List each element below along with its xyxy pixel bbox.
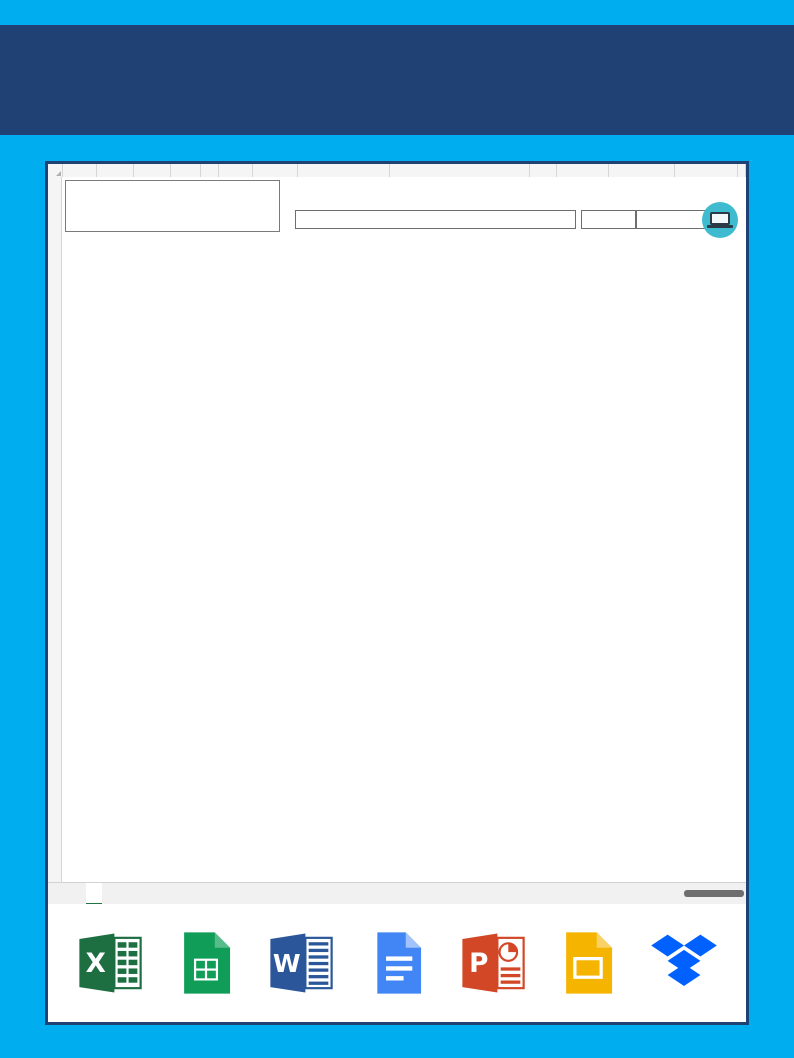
svg-text:X: X [86,949,106,979]
svg-text:W: W [273,949,301,978]
column-header-c[interactable] [134,164,171,177]
google-docs-icon[interactable] [362,928,432,998]
column-header-j[interactable] [530,164,557,177]
grid-body [62,177,746,882]
app-icon-row: X W P [48,904,746,1022]
row-header-column [48,177,62,882]
name-field[interactable] [295,210,576,229]
column-header-l[interactable] [609,164,675,177]
powerpoint-icon[interactable]: P [458,928,528,998]
column-header-n[interactable] [738,164,746,177]
column-header-d[interactable] [171,164,201,177]
column-header-i[interactable] [390,164,530,177]
horizontal-scrollbar[interactable] [684,890,744,897]
column-header-k[interactable] [557,164,609,177]
laptop-icon [702,202,738,238]
excel-icon[interactable]: X [75,928,145,998]
spreadsheet-card: X W P [45,161,749,1025]
column-header-a[interactable] [63,164,97,177]
sheet-tab-bar [48,882,746,905]
daily-sheet-title-box [65,180,280,232]
google-slides-icon[interactable] [553,928,623,998]
column-header-row [48,164,746,178]
sheet-tab-sheet1[interactable] [86,882,102,905]
date-label-cell [581,210,636,229]
word-icon[interactable]: W [266,928,336,998]
column-header-g[interactable] [253,164,298,177]
column-header-h[interactable] [298,164,390,177]
column-header-e[interactable] [201,164,219,177]
dropbox-icon[interactable] [649,928,719,998]
column-header-b[interactable] [97,164,134,177]
svg-text:P: P [469,949,488,979]
column-header-m[interactable] [675,164,738,177]
spreadsheet [48,164,746,882]
select-all-corner[interactable] [48,164,63,177]
allbusiness-templates-logo [689,202,746,256]
column-header-f[interactable] [219,164,253,177]
page-banner [0,25,794,135]
google-sheets-icon[interactable] [171,928,241,998]
